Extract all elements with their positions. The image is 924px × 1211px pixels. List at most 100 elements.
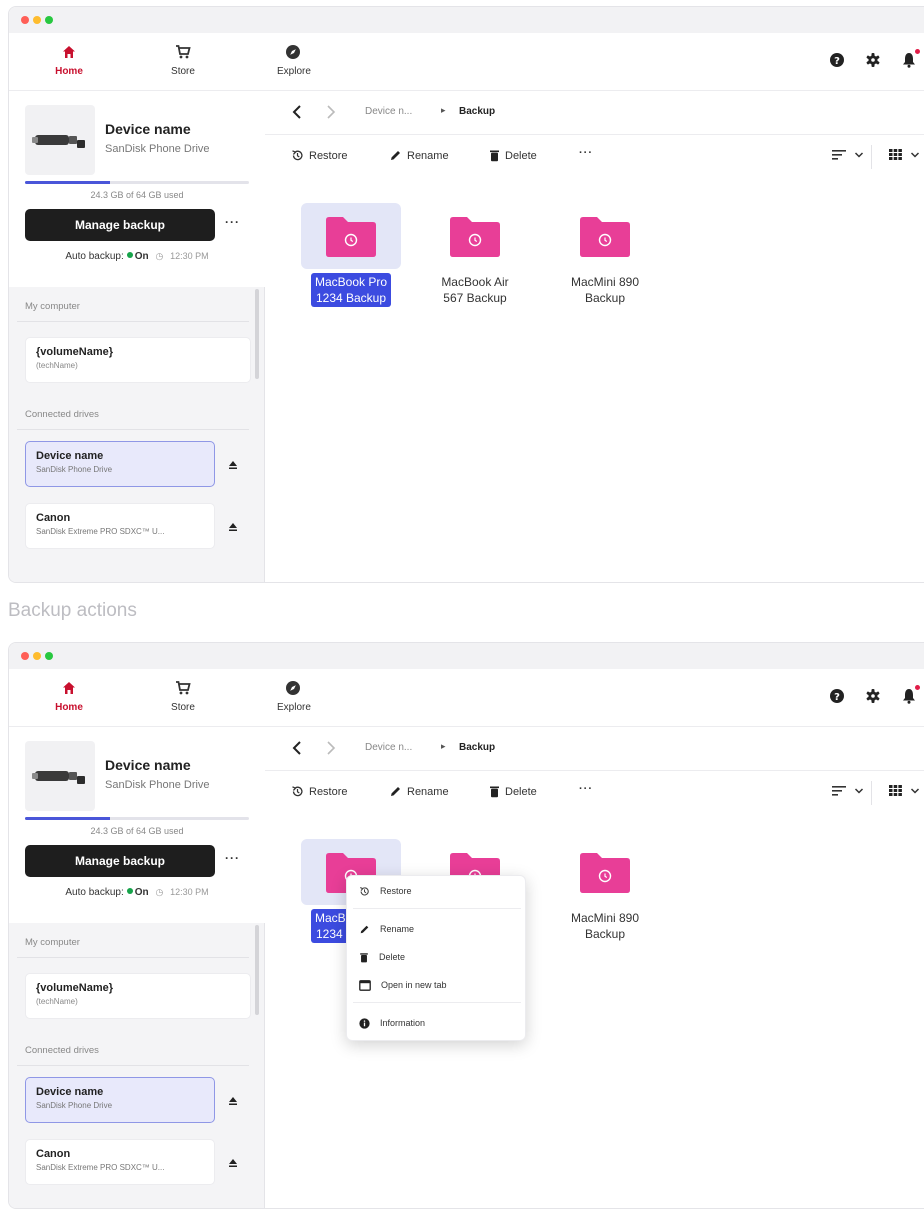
device-more-button[interactable]: ···: [225, 851, 240, 865]
folder-backup-icon: [555, 203, 655, 269]
home-icon: [39, 677, 99, 699]
sidebar-scrollbar[interactable]: [255, 289, 259, 379]
storage-usage-fill: [25, 817, 111, 820]
backup-folder-macbook-air[interactable]: MacBook Air 567 Backup: [425, 203, 525, 307]
rename-button[interactable]: Rename: [389, 149, 449, 162]
rename-button[interactable]: Rename: [389, 785, 449, 798]
drive-name: Device name: [36, 1086, 104, 1098]
restore-button[interactable]: Restore: [291, 149, 348, 162]
backup-folder-macmini[interactable]: MacMini 890 Backup: [555, 203, 655, 307]
volume-item[interactable]: {volumeName} (techName): [25, 337, 251, 383]
divider: [17, 1065, 249, 1066]
bell-icon[interactable]: [900, 49, 920, 69]
more-actions-button[interactable]: ···: [579, 147, 593, 159]
drive-item-device[interactable]: Device name SanDisk Phone Drive: [25, 441, 215, 487]
volume-item[interactable]: {volumeName} (techName): [25, 973, 251, 1019]
menu-item-label: Rename: [380, 924, 415, 934]
nav-home-label: Home: [55, 702, 83, 713]
nav-explore[interactable]: Explore: [277, 41, 337, 77]
close-window-button[interactable]: [21, 16, 29, 24]
trash-icon: [490, 150, 499, 162]
folder-label-line2: Backup: [584, 291, 626, 305]
close-window-button[interactable]: [21, 652, 29, 660]
app-window-main: Home Store Explore ? Device name SanDisk…: [8, 6, 924, 583]
auto-backup-label: Auto backup:: [65, 887, 124, 898]
eject-icon[interactable]: [227, 1157, 239, 1169]
forward-button[interactable]: [323, 739, 339, 757]
grid-view-icon: [889, 149, 902, 160]
nav-store-label: Store: [171, 702, 195, 713]
main-panel: Device n... ▸ Backup Restore Rename Dele…: [265, 91, 924, 582]
maximize-window-button[interactable]: [45, 16, 53, 24]
drive-item-device[interactable]: Device name SanDisk Phone Drive: [25, 1077, 215, 1123]
cart-icon: [153, 677, 213, 699]
more-actions-button[interactable]: ···: [579, 783, 593, 795]
device-more-button[interactable]: ···: [225, 215, 240, 229]
delete-button[interactable]: Delete: [489, 785, 537, 798]
view-mode-button[interactable]: [889, 785, 920, 796]
eject-icon[interactable]: [227, 521, 239, 533]
folder-backup-icon: [301, 203, 401, 269]
menu-item-open-in-new-tab[interactable]: Open in new tab: [347, 972, 527, 998]
storage-usage-fill: [25, 181, 111, 184]
folder-label: MacBook Pro 1234 Backup: [310, 273, 392, 307]
title-bar: [9, 643, 924, 669]
back-button[interactable]: [289, 103, 305, 121]
back-button[interactable]: [289, 739, 305, 757]
sort-button[interactable]: [832, 149, 864, 161]
gear-icon[interactable]: [864, 51, 882, 69]
grid-view-icon: [889, 785, 902, 796]
breadcrumb-parent[interactable]: Device n...: [365, 106, 412, 117]
toolbar-divider: [871, 145, 872, 169]
delete-label: Delete: [505, 149, 537, 162]
maximize-window-button[interactable]: [45, 652, 53, 660]
help-icon[interactable]: ?: [828, 51, 846, 69]
auto-backup-value[interactable]: On: [135, 251, 149, 262]
volume-name: {volumeName}: [36, 982, 114, 994]
backup-folder-macmini[interactable]: MacMini 890 Backup: [555, 839, 655, 943]
menu-item-information[interactable]: Information: [347, 1010, 527, 1036]
menu-item-delete[interactable]: Delete: [347, 944, 527, 970]
eject-icon[interactable]: [227, 459, 239, 471]
delete-button[interactable]: Delete: [489, 149, 537, 162]
forward-button[interactable]: [323, 103, 339, 121]
restore-button[interactable]: Restore: [291, 785, 348, 798]
sort-button[interactable]: [832, 785, 864, 797]
gear-icon[interactable]: [864, 687, 882, 705]
drive-model: SanDisk Phone Drive: [36, 1101, 113, 1110]
sidebar-scrollbar[interactable]: [255, 925, 259, 1015]
minimize-window-button[interactable]: [33, 16, 41, 24]
menu-item-restore[interactable]: Restore: [347, 878, 527, 904]
menu-item-rename[interactable]: Rename: [347, 916, 527, 942]
nav-explore[interactable]: Explore: [277, 677, 337, 713]
drive-model: SanDisk Extreme PRO SDXC™ U...: [36, 1163, 165, 1172]
notification-dot: [915, 685, 920, 690]
bell-icon[interactable]: [900, 685, 920, 705]
cart-icon: [153, 41, 213, 63]
breadcrumb-parent[interactable]: Device n...: [365, 742, 412, 753]
breadcrumb-current: Backup: [459, 106, 496, 117]
backup-folder-macbook-pro[interactable]: MacBook Pro 1234 Backup: [301, 203, 401, 307]
manage-backup-button[interactable]: Manage backup: [25, 209, 215, 241]
folder-label-line1: MacMini 890: [570, 275, 640, 289]
drive-item-canon[interactable]: Canon SanDisk Extreme PRO SDXC™ U...: [25, 503, 215, 549]
nav-store[interactable]: Store: [153, 41, 213, 77]
nav-home[interactable]: Home: [39, 41, 99, 77]
device-model: SanDisk Phone Drive: [105, 779, 210, 791]
device-card: Device name SanDisk Phone Drive 24.3 GB …: [9, 91, 265, 287]
status-dot-icon: [126, 888, 133, 894]
nav-explore-label: Explore: [277, 66, 311, 77]
view-mode-button[interactable]: [889, 149, 920, 160]
manage-backup-button[interactable]: Manage backup: [25, 845, 215, 877]
help-icon[interactable]: ?: [828, 687, 846, 705]
top-right-icons: ?: [828, 685, 920, 705]
minimize-window-button[interactable]: [33, 652, 41, 660]
menu-item-label: Restore: [380, 886, 412, 896]
nav-store[interactable]: Store: [153, 677, 213, 713]
eject-icon[interactable]: [227, 1095, 239, 1107]
connected-drives-heading: Connected drives: [25, 409, 99, 420]
auto-backup-value[interactable]: On: [135, 887, 149, 898]
drive-item-canon[interactable]: Canon SanDisk Extreme PRO SDXC™ U...: [25, 1139, 215, 1185]
nav-home[interactable]: Home: [39, 677, 99, 713]
sort-icon: [832, 150, 846, 160]
